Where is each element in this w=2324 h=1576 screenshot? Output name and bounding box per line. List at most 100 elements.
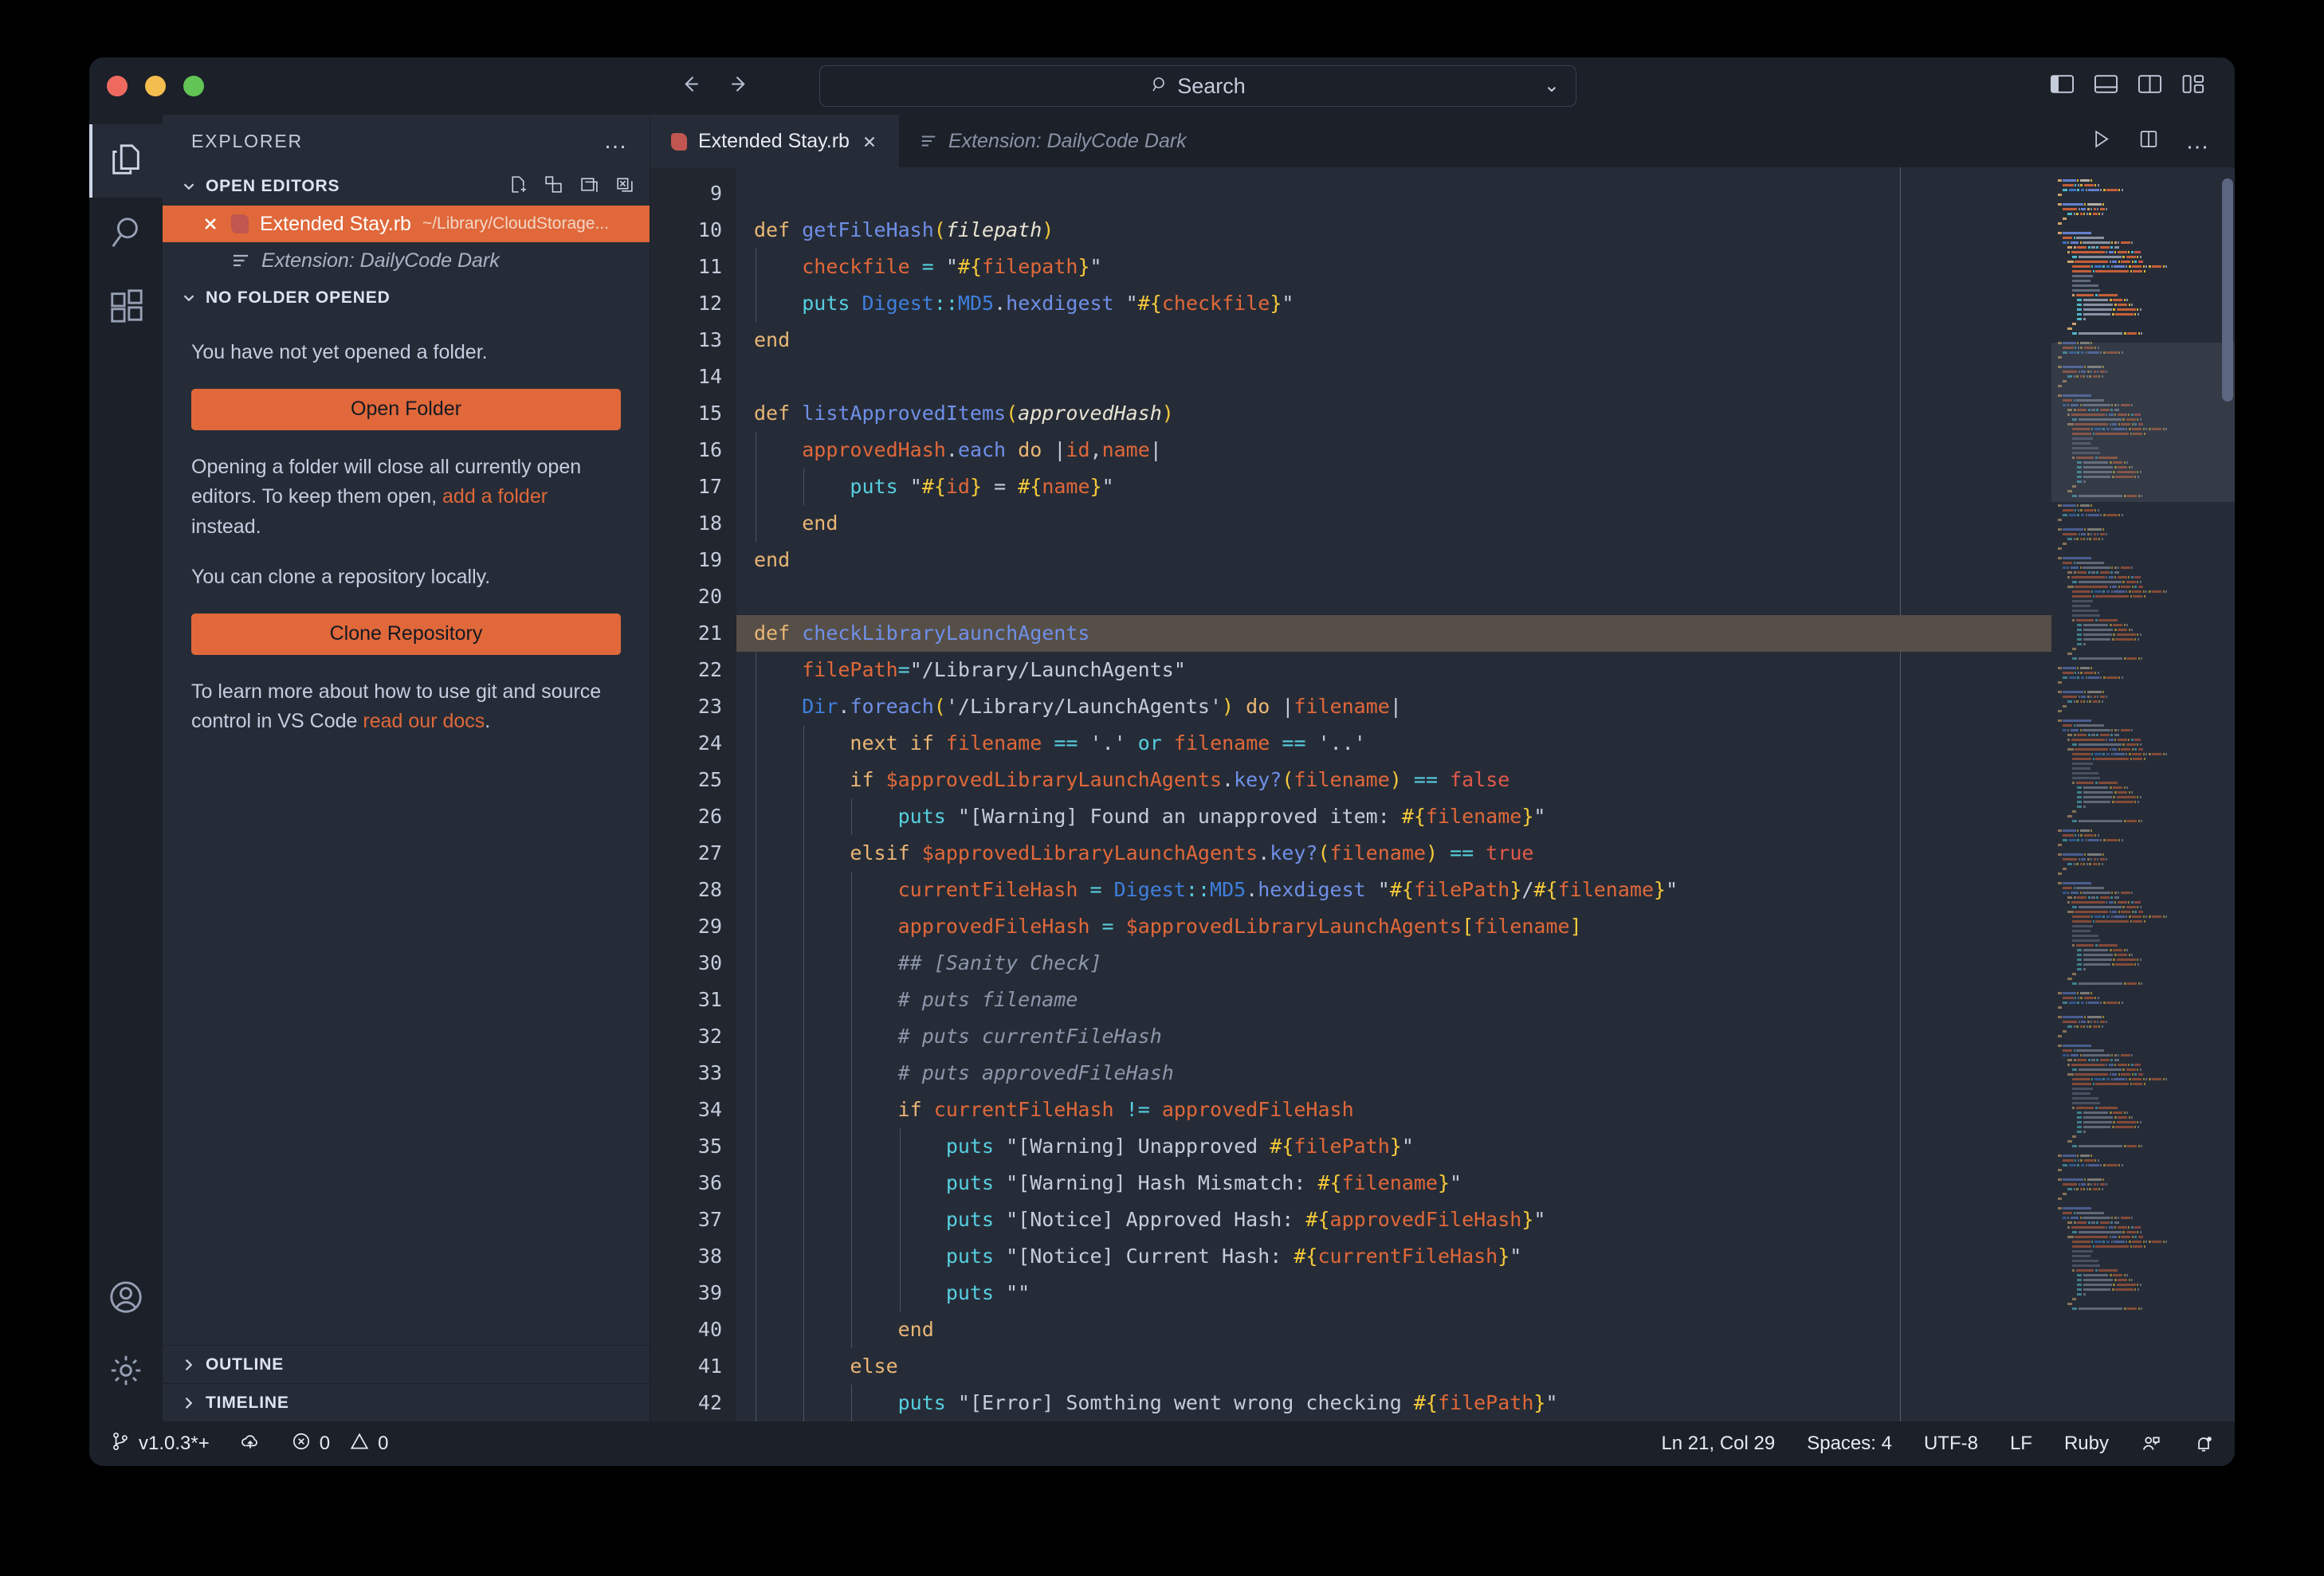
activity-item-settings[interactable] <box>89 1335 163 1409</box>
status-problems[interactable]: 0 0 <box>291 1431 389 1457</box>
maximize-window-button[interactable] <box>183 76 204 96</box>
minimize-window-button[interactable] <box>145 76 166 96</box>
code-line[interactable]: end <box>736 1311 2051 1348</box>
activity-item-extensions[interactable] <box>89 271 163 344</box>
code-line[interactable]: puts "[Warning] Hash Mismatch: #{filenam… <box>736 1165 2051 1202</box>
activity-item-search[interactable] <box>89 198 163 271</box>
code-line[interactable]: if $approvedLibraryLaunchAgents.key?(fil… <box>736 762 2051 798</box>
code-line[interactable]: # puts currentFileHash <box>736 1018 2051 1055</box>
code-line[interactable]: currentFileHash = Digest::MD5.hexdigest … <box>736 872 2051 908</box>
code-line[interactable]: approvedFileHash = $approvedLibraryLaunc… <box>736 908 2051 945</box>
arrow-right-icon[interactable] <box>727 73 751 100</box>
code-token: next <box>850 731 897 755</box>
tab-extension-dailycode-dark[interactable]: Extension: DailyCode Dark <box>899 115 1207 167</box>
scrollbar-thumb[interactable] <box>2222 178 2233 402</box>
code-line[interactable] <box>736 578 2051 615</box>
minimap-slider[interactable] <box>2051 343 2235 502</box>
run-icon[interactable] <box>2090 128 2112 155</box>
status-encoding[interactable]: UTF-8 <box>1924 1433 1978 1455</box>
section-open-editors-header[interactable]: OPEN EDITORS <box>163 167 650 206</box>
toggle-secondary-sidebar-icon[interactable] <box>2138 74 2162 99</box>
split-editor-right-icon[interactable] <box>2138 128 2160 155</box>
code-token: '/Library/LaunchAgents' <box>946 695 1222 718</box>
code-line[interactable] <box>736 175 2051 212</box>
code-line[interactable]: end <box>736 505 2051 542</box>
code-line[interactable]: checkfile = "#{filepath}" <box>736 249 2051 285</box>
open-editor-item-extension[interactable]: Extension: DailyCode Dark <box>163 242 650 279</box>
code-line[interactable]: elsif $approvedLibraryLaunchAgents.key?(… <box>736 835 2051 872</box>
clone-repository-button[interactable]: Clone Repository <box>191 614 621 655</box>
line-number: 16 <box>650 432 736 468</box>
sidebar-more-actions-icon[interactable]: … <box>603 134 629 148</box>
code-surface[interactable]: 9101112131415161718192021222324252627282… <box>650 167 2051 1421</box>
code-token <box>1114 1098 1126 1121</box>
tab-extended-stay-rb[interactable]: Extended Stay.rb <box>650 115 899 167</box>
section-outline-header[interactable]: OUTLINE <box>163 1345 650 1383</box>
customize-layout-icon[interactable] <box>2181 74 2206 99</box>
status-editor-position[interactable]: Ln 21, Col 29 <box>1661 1433 1775 1455</box>
more-actions-icon[interactable]: … <box>2185 134 2211 148</box>
code-line[interactable]: puts "[Error] Somthing went wrong checki… <box>736 1385 2051 1421</box>
code-line[interactable]: next if filename == '.' or filename == '… <box>736 725 2051 762</box>
code-line[interactable]: def checkLibraryLaunchAgents <box>736 615 2051 652</box>
status-bar-right: Ln 21, Col 29 Spaces: 4 UTF-8 LF Ruby <box>1661 1433 2214 1455</box>
activity-item-explorer[interactable] <box>89 124 163 198</box>
code-line[interactable]: puts "#{id} = #{name}" <box>736 468 2051 505</box>
close-all-editors-icon[interactable] <box>615 174 635 198</box>
paragraph4-post: . <box>485 710 490 732</box>
code-content[interactable]: def getFileHash(filepath) checkfile = "#… <box>736 167 2051 1421</box>
status-bar: v1.0.3*+ 0 0 Ln 21, Col 29 Spaces: 4 <box>89 1421 2235 1466</box>
section-no-folder-header[interactable]: NO FOLDER OPENED <box>163 279 650 317</box>
save-all-icon[interactable] <box>579 174 599 198</box>
close-icon[interactable] <box>201 214 220 233</box>
code-line[interactable]: def getFileHash(filepath) <box>736 212 2051 249</box>
new-untitled-file-icon[interactable] <box>508 174 528 198</box>
code-line[interactable]: end <box>736 542 2051 578</box>
close-window-button[interactable] <box>107 76 128 96</box>
activity-item-accounts[interactable] <box>89 1262 163 1335</box>
editor-scrollbar[interactable] <box>2219 167 2235 1421</box>
toggle-panel-icon[interactable] <box>2094 74 2118 99</box>
code-line[interactable]: if currentFileHash != approvedFileHash <box>736 1092 2051 1128</box>
code-line[interactable] <box>736 359 2051 395</box>
status-source-control[interactable]: v1.0.3*+ <box>110 1431 210 1457</box>
code-line[interactable]: ## [Sanity Check] <box>736 945 2051 982</box>
indent-guide <box>851 1018 852 1055</box>
code-token <box>754 1391 898 1414</box>
code-line[interactable]: puts "[Warning] Unapproved #{filePath}" <box>736 1128 2051 1165</box>
code-line[interactable]: puts "[Notice] Approved Hash: #{approved… <box>736 1202 2051 1238</box>
code-token: filename <box>946 731 1042 755</box>
code-line[interactable]: puts "[Notice] Current Hash: #{currentFi… <box>736 1238 2051 1275</box>
code-line[interactable]: else <box>736 1348 2051 1385</box>
warning-icon <box>349 1431 370 1457</box>
close-icon[interactable] <box>861 133 878 151</box>
status-indentation[interactable]: Spaces: 4 <box>1807 1433 1892 1455</box>
code-line[interactable]: # puts approvedFileHash <box>736 1055 2051 1092</box>
live-share-icon[interactable] <box>2141 1433 2161 1454</box>
read-our-docs-link[interactable]: read our docs <box>363 710 485 732</box>
minimap[interactable] <box>2051 167 2235 1421</box>
status-sync-changes[interactable] <box>240 1431 261 1457</box>
code-line[interactable]: filePath="/Library/LaunchAgents" <box>736 652 2051 688</box>
status-eol[interactable]: LF <box>2010 1433 2032 1455</box>
toggle-primary-sidebar-icon[interactable] <box>2050 74 2075 99</box>
split-editor-icon[interactable] <box>544 174 563 198</box>
code-token: do <box>1246 695 1270 718</box>
add-a-folder-link[interactable]: add a folder <box>442 485 548 508</box>
code-line[interactable]: approvedHash.each do |id,name| <box>736 432 2051 468</box>
bell-dot-icon[interactable] <box>2193 1433 2214 1454</box>
status-language-mode[interactable]: Ruby <box>2064 1433 2109 1455</box>
code-line[interactable]: puts Digest::MD5.hexdigest "#{checkfile}… <box>736 285 2051 322</box>
code-line[interactable]: def listApprovedItems(approvedHash) <box>736 395 2051 432</box>
search-input[interactable]: Search ⌄ <box>819 65 1576 107</box>
chevron-down-icon[interactable]: ⌄ <box>1544 76 1560 96</box>
code-line[interactable]: puts "" <box>736 1275 2051 1311</box>
code-line[interactable]: puts "[Warning] Found an unapproved item… <box>736 798 2051 835</box>
code-line[interactable]: end <box>736 322 2051 359</box>
code-line[interactable]: Dir.foreach('/Library/LaunchAgents') do … <box>736 688 2051 725</box>
code-line[interactable]: # puts filename <box>736 982 2051 1018</box>
open-editor-item-extended-stay[interactable]: Extended Stay.rb ~/Library/CloudStorage.… <box>163 206 650 242</box>
arrow-left-icon[interactable] <box>679 73 703 100</box>
open-folder-button[interactable]: Open Folder <box>191 389 621 430</box>
section-timeline-header[interactable]: TIMELINE <box>163 1383 650 1421</box>
